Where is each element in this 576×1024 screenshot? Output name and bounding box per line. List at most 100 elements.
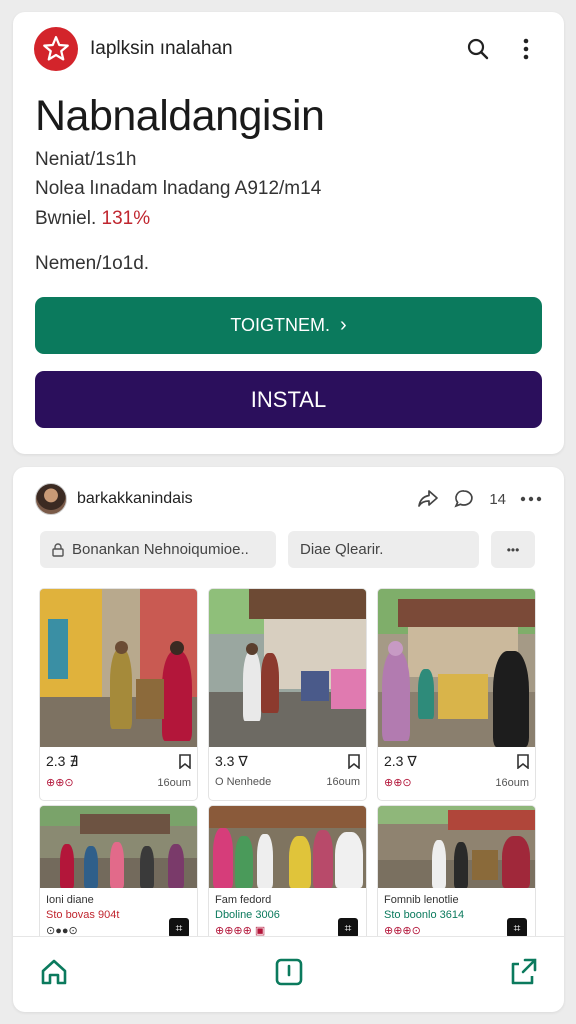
app-header: Iaplksin ınalahan	[34, 26, 544, 72]
primary-action-label: TOIGTNEM.	[230, 315, 330, 335]
tile-sub-row: ⊕⊕⊙ 16oum	[384, 776, 529, 790]
person-figure	[110, 649, 132, 729]
share-nav-icon[interactable]	[508, 957, 538, 987]
person-figure	[140, 846, 154, 888]
chip-label-1: Bonankan Nehnoiqumioe..	[72, 541, 249, 558]
tile-icons: ⊕⊕⊙	[46, 777, 74, 789]
tile-value: 2.3 ∇	[384, 753, 417, 770]
photo-thumbnail	[40, 589, 197, 747]
share-icon[interactable]	[417, 489, 439, 509]
person-figure	[454, 842, 468, 888]
home-icon[interactable]	[39, 957, 69, 987]
tile-value-mark: ∇	[238, 753, 248, 769]
rating-highlight: 131%	[101, 208, 151, 229]
grid-item[interactable]: Fomnib lenotlie Sto boonlo 3614 ⊕⊕⊕⊙ ⌗	[378, 806, 535, 946]
search-icon	[467, 38, 489, 60]
qr-badge-icon[interactable]: ⌗	[169, 918, 189, 938]
roof-shape	[398, 599, 535, 627]
tile-title: Fomnib lenotlie	[384, 894, 459, 906]
tile-value-number: 2.3	[46, 753, 66, 769]
tile-caption: 16oum	[157, 776, 191, 789]
tile-value: 2.3 ∄	[46, 753, 78, 770]
tile-value-number: 3.3	[215, 753, 235, 769]
person-figure	[418, 669, 434, 719]
bookmark-icon[interactable]	[348, 754, 360, 769]
more-horiz-icon[interactable]	[520, 496, 542, 502]
comment-icon[interactable]	[453, 488, 475, 510]
install-button[interactable]: INSTAL	[35, 371, 542, 428]
primary-action-button[interactable]: TOIGTNEM. ›	[35, 297, 542, 354]
seated-people	[301, 671, 329, 701]
person-head	[170, 641, 184, 655]
chip-more-label: •••	[506, 542, 520, 557]
search-button[interactable]	[460, 31, 496, 67]
door-shape	[48, 619, 68, 679]
person-figure	[261, 653, 279, 713]
tile-caption: 16oum	[495, 776, 529, 789]
cloth-stall	[331, 669, 366, 709]
star-icon	[43, 36, 69, 61]
photo-thumbnail	[378, 806, 535, 888]
chip-label-2: Diae Qlearir.	[300, 541, 384, 558]
post-username[interactable]: barkakkanindais	[77, 490, 417, 508]
grid-item[interactable]: Fam fedord Dboline 3006 ⊕⊕⊕⊕ ▣ ⌗	[209, 806, 366, 946]
tile-value: 3.3 ∇	[215, 753, 248, 770]
tile-value-row: 3.3 ∇	[215, 753, 360, 770]
person-figure	[335, 832, 363, 888]
avatar[interactable]	[35, 483, 67, 515]
info-line-1: Neniat/1s1h	[35, 149, 137, 170]
market-stall	[438, 674, 488, 719]
chip-filter-2[interactable]: Diae Qlearir.	[288, 531, 479, 568]
tile-value-row: 2.3 ∄	[46, 753, 191, 770]
info-line-3-label: Bwniel.	[35, 208, 97, 229]
tile-value-row: 2.3 ∇	[384, 753, 529, 770]
tile-value-number: 2.3	[384, 753, 404, 769]
chip-more[interactable]: •••	[491, 531, 535, 568]
chevron-right-icon: ›	[340, 314, 347, 336]
page-title: Nabnaldangisin	[35, 92, 325, 140]
chip-filter-1[interactable]: Bonankan Nehnoiqumioe..	[40, 531, 276, 568]
more-vert-icon	[523, 38, 529, 60]
app-logo	[34, 27, 78, 71]
person-figure	[382, 651, 410, 741]
photo-thumbnail	[40, 806, 197, 888]
person-figure	[60, 844, 74, 888]
grid-item[interactable]: 2.3 ∇ ⊕⊕⊙ 16oum	[378, 589, 535, 800]
lock-icon	[52, 542, 64, 557]
photo-thumbnail	[378, 589, 535, 747]
person-head	[246, 643, 258, 655]
photo-thumbnail	[209, 589, 366, 747]
tile-meta: 2.3 ∄ ⊕⊕⊙ 16oum	[40, 747, 197, 789]
roof-shape	[249, 589, 366, 619]
tile-meta: 2.3 ∇ ⊕⊕⊙ 16oum	[378, 747, 535, 789]
comment-count: 14	[489, 490, 506, 508]
photo-grid: 2.3 ∄ ⊕⊕⊙ 16oum 3.3 ∇ O Nenhede 16oum 2.…	[40, 589, 536, 946]
person-figure	[84, 846, 98, 888]
qr-badge-icon[interactable]: ⌗	[507, 918, 527, 938]
tile-sub-row: O Nenhede 16oum	[215, 776, 360, 788]
bookmark-icon[interactable]	[179, 754, 191, 769]
market-stall	[472, 850, 498, 880]
grid-item[interactable]: 2.3 ∄ ⊕⊕⊙ 16oum	[40, 589, 197, 800]
person-figure	[493, 651, 529, 747]
tile-icons: ⊕⊕⊙	[384, 777, 412, 789]
person-figure	[432, 840, 446, 888]
roof-shape	[80, 814, 170, 834]
person-figure	[110, 842, 124, 888]
person-figure	[502, 836, 530, 888]
qr-badge-icon[interactable]: ⌗	[338, 918, 358, 938]
person-head	[115, 641, 128, 654]
app-name: Iaplksin ınalahan	[90, 38, 233, 59]
grid-item[interactable]: 3.3 ∇ O Nenhede 16oum	[209, 589, 366, 800]
info-line-4: Nemen/1o1d.	[35, 253, 150, 274]
post-header: barkakkanindais 14	[35, 481, 542, 517]
more-menu-button[interactable]	[508, 31, 544, 67]
tile-value-mark: ∄	[69, 753, 79, 769]
person-figure	[257, 834, 273, 888]
person-head	[388, 641, 403, 656]
bookmark-icon[interactable]	[517, 754, 529, 769]
photo-thumbnail	[209, 806, 366, 888]
grid-item[interactable]: Ioni diane Sto bovas 904t ⊙●●⊙ ⌗	[40, 806, 197, 946]
center-nav-icon[interactable]	[274, 957, 304, 987]
bottom-navigation	[13, 936, 564, 1006]
